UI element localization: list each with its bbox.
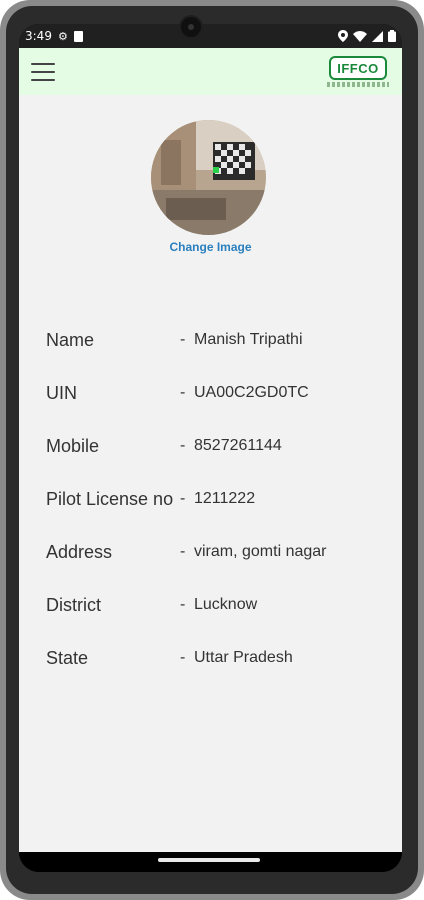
field-value: Lucknow bbox=[194, 596, 258, 613]
field-label: Pilot License no bbox=[46, 488, 174, 509]
home-indicator[interactable] bbox=[158, 858, 260, 862]
wifi-icon bbox=[353, 30, 367, 42]
field-row-address: Address - viram, gomti nagar bbox=[46, 539, 386, 565]
field-label: State bbox=[46, 647, 89, 668]
field-value: Uttar Pradesh bbox=[194, 649, 293, 666]
field-separator: - bbox=[180, 437, 186, 454]
logo-tagline bbox=[327, 82, 389, 87]
field-label: District bbox=[46, 594, 101, 615]
field-value: UA00C2GD0TC bbox=[194, 384, 309, 401]
field-label: Address bbox=[46, 541, 113, 562]
field-value: 1211222 bbox=[194, 490, 256, 507]
navigation-bar bbox=[19, 852, 402, 872]
field-row-pilot-license: Pilot License no - 1211222 bbox=[46, 486, 386, 512]
avatar-photo bbox=[151, 120, 266, 235]
field-label: Mobile bbox=[46, 435, 100, 456]
change-image-link[interactable]: Change Image bbox=[19, 240, 402, 254]
logo-text: IFFCO bbox=[329, 56, 387, 80]
field-label: Name bbox=[46, 329, 95, 350]
field-row-name: Name - Manish Tripathi bbox=[46, 327, 386, 353]
field-separator: - bbox=[180, 543, 186, 560]
field-separator: - bbox=[180, 331, 186, 348]
field-value: viram, gomti nagar bbox=[194, 543, 327, 560]
hamburger-menu-icon[interactable] bbox=[31, 62, 55, 81]
field-row-state: State - Uttar Pradesh bbox=[46, 645, 386, 671]
field-separator: - bbox=[180, 596, 186, 613]
profile-avatar[interactable] bbox=[151, 120, 266, 235]
field-row-uin: UIN - UA00C2GD0TC bbox=[46, 380, 386, 406]
signal-icon bbox=[372, 30, 383, 42]
field-separator: - bbox=[180, 490, 186, 507]
field-row-mobile: Mobile - 8527261144 bbox=[46, 433, 386, 459]
profile-content: Change Image Name - Manish Tripathi UIN … bbox=[19, 95, 402, 852]
iffco-logo: IFFCO bbox=[324, 52, 392, 92]
field-separator: - bbox=[180, 649, 186, 666]
status-time: 3:49 bbox=[25, 29, 52, 43]
front-camera bbox=[179, 15, 203, 39]
field-row-district: District - Lucknow bbox=[46, 592, 386, 618]
field-value: Manish Tripathi bbox=[194, 331, 303, 348]
field-separator: - bbox=[180, 384, 186, 401]
status-bar: 3:49 ⚙ bbox=[19, 24, 402, 48]
sd-card-icon bbox=[73, 30, 83, 42]
settings-icon: ⚙ bbox=[57, 30, 68, 43]
location-icon bbox=[338, 30, 348, 42]
battery-icon bbox=[388, 30, 396, 42]
app-header: IFFCO bbox=[19, 48, 402, 95]
field-label: UIN bbox=[46, 382, 77, 403]
screen: 3:49 ⚙ IFFCO Change Image Name - Manish … bbox=[19, 24, 402, 872]
field-value: 8527261144 bbox=[194, 437, 282, 454]
